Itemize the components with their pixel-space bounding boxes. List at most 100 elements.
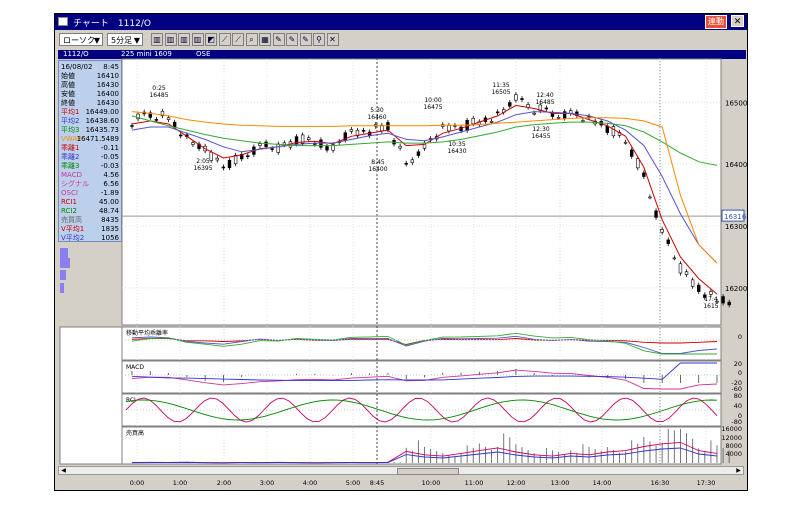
time-axis-label: 13:00 xyxy=(551,479,570,487)
annotation-price: 16395 xyxy=(193,165,212,172)
candle-body xyxy=(166,117,171,120)
candle-body xyxy=(349,129,354,132)
volume-axis-label: 12000 xyxy=(721,434,742,442)
price-axis-label: 16300 xyxy=(725,223,747,231)
candle-body xyxy=(361,129,366,132)
candle-body xyxy=(276,143,280,153)
candle-body xyxy=(215,157,220,161)
candle-body xyxy=(264,141,268,147)
candle-body xyxy=(471,117,475,125)
candle-body xyxy=(605,125,610,133)
candle-body xyxy=(520,98,524,100)
chart-area[interactable]: 16500164001630016200163160:25164852:0516… xyxy=(0,0,800,507)
kairi-axis-label: 0 xyxy=(738,333,742,341)
annotation-price: 16485 xyxy=(535,99,554,106)
macd-axis-label: 20 xyxy=(734,360,742,368)
annotation-price: 1615 xyxy=(703,303,718,310)
rci-axis-label: 40 xyxy=(734,402,742,410)
candle-body xyxy=(623,141,628,144)
candle-body xyxy=(270,148,274,150)
macd-axis-label: 0 xyxy=(738,369,742,377)
candle-body xyxy=(191,142,195,145)
candle-body xyxy=(672,257,677,260)
candle-body xyxy=(611,126,616,137)
candle-body xyxy=(660,229,664,233)
candle-body xyxy=(154,119,159,121)
price-axis-label: 16500 xyxy=(725,99,747,107)
candle-body xyxy=(581,120,585,122)
indicator-background xyxy=(59,326,722,465)
candle-body xyxy=(227,159,232,168)
time-axis-label: 16:30 xyxy=(651,479,670,487)
candle-body xyxy=(556,117,561,119)
time-axis-label: 3:00 xyxy=(260,479,275,487)
time-axis-label: 14:00 xyxy=(593,479,612,487)
candle-body xyxy=(130,125,134,127)
candle-body xyxy=(258,143,262,146)
volume-label: 売買高 xyxy=(126,429,144,437)
time-axis-label: 2:00 xyxy=(217,479,232,487)
candle-body xyxy=(666,239,670,244)
candle-body xyxy=(678,263,683,274)
candle-body xyxy=(221,166,226,169)
candle-body xyxy=(495,111,500,114)
candle-body xyxy=(514,94,518,101)
time-axis-label: 5:00 xyxy=(346,479,361,487)
annotation-price: 16455 xyxy=(531,133,550,140)
candle-body xyxy=(489,121,494,123)
volume-profile-bar xyxy=(60,258,70,268)
annotation-time: 0:25 xyxy=(152,85,166,92)
volume-axis-label: 8000 xyxy=(725,442,742,450)
candle-body xyxy=(629,149,634,157)
annotation-price: 16430 xyxy=(447,148,466,155)
annotation-price: 16400 xyxy=(368,166,387,173)
price-panel xyxy=(121,58,722,326)
candle-body xyxy=(447,125,451,132)
volume-axis-label: 16000 xyxy=(721,425,742,433)
candle-body xyxy=(398,145,402,149)
candle-body xyxy=(410,159,415,163)
volume-profile-bar xyxy=(60,283,64,293)
candle-body xyxy=(642,172,646,177)
candle-body xyxy=(727,301,731,306)
annotation-time: 10:35 xyxy=(448,141,465,148)
candle-body xyxy=(209,151,213,161)
annotation-price: 16460 xyxy=(367,114,386,121)
candle-body xyxy=(697,284,701,292)
candle-body xyxy=(179,134,183,137)
time-axis-label: 1:00 xyxy=(173,479,188,487)
time-axis-label: 4:00 xyxy=(303,479,318,487)
annotation-time: 10:00 xyxy=(424,97,441,104)
kairi-label: 移動平均乖離率 xyxy=(126,329,168,337)
annotation-price: 16475 xyxy=(423,104,442,111)
candle-body xyxy=(246,155,250,158)
time-axis-label: 12:00 xyxy=(507,479,526,487)
annotation-time: 8:45 xyxy=(371,159,385,166)
volume-profile-bar xyxy=(60,248,68,258)
time-axis-label: 8:45 xyxy=(370,479,385,487)
candle-body xyxy=(172,121,177,128)
annotation-time: 2:05 xyxy=(196,158,210,165)
time-axis-label: 11:00 xyxy=(465,479,484,487)
price-axis-label: 16200 xyxy=(725,285,747,293)
annotation-time: 12:40 xyxy=(536,92,553,99)
candle-body xyxy=(307,137,311,140)
annotation-time: 5:30 xyxy=(370,107,384,114)
annotation-price: 16505 xyxy=(491,89,510,96)
candle-body xyxy=(416,151,421,156)
candle-body xyxy=(709,291,713,295)
rci-axis-label: 80 xyxy=(734,392,742,400)
macd-label: MACD xyxy=(126,364,144,371)
candle-body xyxy=(684,271,689,275)
annotation-time: 12:30 xyxy=(532,126,549,133)
candle-body xyxy=(233,155,238,165)
annotation-price: 16485 xyxy=(149,92,168,99)
candle-body xyxy=(404,162,408,165)
volume-profile-bar xyxy=(60,270,66,280)
candle-body xyxy=(648,196,652,199)
candle-body xyxy=(721,296,725,304)
candle-body xyxy=(636,158,640,169)
time-axis-label: 17:30 xyxy=(697,479,716,487)
annotation-time: 17:4 xyxy=(704,296,718,303)
time-axis-label: 10:00 xyxy=(422,479,441,487)
